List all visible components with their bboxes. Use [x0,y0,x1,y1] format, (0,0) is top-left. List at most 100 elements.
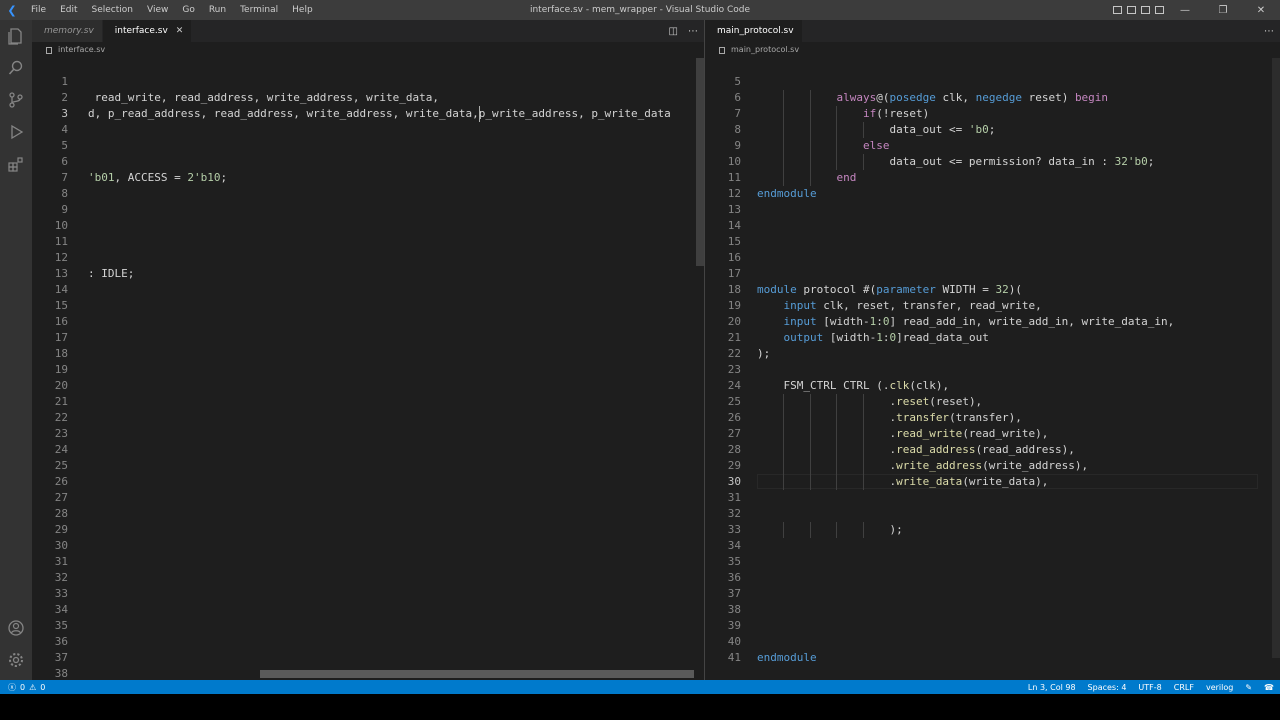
code-line[interactable]: 27 .read_write(read_write), [705,426,1272,442]
code-line[interactable]: 7 if(!reset) [705,106,1272,122]
code-line[interactable]: 11 [32,234,692,250]
code-line[interactable]: 23 [32,426,692,442]
code-line[interactable]: 24 FSM_CTRL CTRL (.clk(clk), [705,378,1272,394]
code-line[interactable]: 2 read_write, read_address, write_addres… [32,90,692,106]
toggle-panel-icon[interactable] [1124,0,1138,20]
code-line[interactable]: 3 d, p_read_address, read_address, write_… [32,106,692,122]
code-line[interactable]: 32 [705,506,1272,522]
tab-main_protocol-sv[interactable]: main_protocol.sv [705,20,803,42]
breadcrumb[interactable]: main_protocol.sv [705,42,1280,58]
menu-file[interactable]: File [24,0,53,20]
code-line[interactable]: 27 [32,490,692,506]
code-line[interactable]: 14 [705,218,1272,234]
code-line[interactable]: 10 data_out <= permission? data_in : 32'… [705,154,1272,170]
menu-edit[interactable]: Edit [53,0,84,20]
code-line[interactable]: 23 [705,362,1272,378]
code-line[interactable]: 7 'b01, ACCESS = 2'b10; [32,170,692,186]
code-line[interactable]: 35 [705,554,1272,570]
extensions-icon[interactable] [0,148,32,180]
code-line[interactable]: 39 [705,618,1272,634]
code-line[interactable]: 9 [32,202,692,218]
code-line[interactable]: 18 [32,346,692,362]
code-line[interactable]: 25 .reset(reset), [705,394,1272,410]
code-line[interactable]: 13: IDLE; [32,266,692,282]
vertical-scrollbar[interactable] [696,58,704,266]
toggle-sidebar-icon[interactable] [1110,0,1124,20]
code-line[interactable]: 28 .read_address(read_address), [705,442,1272,458]
menu-run[interactable]: Run [202,0,233,20]
code-line[interactable]: 41 endmodule [705,650,1272,666]
code-line[interactable]: 21 output [width-1:0]read_data_out [705,330,1272,346]
code-line[interactable]: 38 [705,602,1272,618]
code-line[interactable]: 8 [32,186,692,202]
code-line[interactable]: 20 [32,378,692,394]
code-line[interactable]: 10 [32,218,692,234]
language-mode[interactable]: verilog [1206,683,1233,692]
code-line[interactable]: 32 [32,570,692,586]
code-line[interactable]: 26 .transfer(transfer), [705,410,1272,426]
code-line[interactable]: 18 module protocol #(parameter WIDTH = 32… [705,282,1272,298]
code-line[interactable]: 31 [705,490,1272,506]
horizontal-scrollbar[interactable] [260,670,694,678]
cursor-position[interactable]: Ln 3, Col 98 [1028,683,1076,692]
end-of-line[interactable]: CRLF [1174,683,1194,692]
menu-go[interactable]: Go [175,0,201,20]
more-actions-icon[interactable]: ⋯ [688,26,698,37]
code-line[interactable]: 5 [705,74,1272,90]
menu-help[interactable]: Help [285,0,320,20]
code-line[interactable]: 17 [32,330,692,346]
indentation[interactable]: Spaces: 4 [1088,683,1127,692]
code-line[interactable]: 5 [32,138,692,154]
code-line[interactable]: 33 [32,586,692,602]
code-line[interactable]: 30 .write_data(write_data), [705,474,1272,490]
menu-view[interactable]: View [140,0,175,20]
code-line[interactable]: 40 [705,634,1272,650]
left-code-area[interactable]: 12 read_write, read_address, write_addre… [32,74,704,680]
code-line[interactable]: 12 [32,250,692,266]
code-line[interactable]: 14 [32,282,692,298]
toggle-secondary-sidebar-icon[interactable] [1138,0,1152,20]
breadcrumb[interactable]: interface.sv [32,42,704,58]
tab-memory-sv[interactable]: memory.sv [32,20,103,42]
run-debug-icon[interactable] [0,116,32,148]
code-line[interactable]: 37 [705,586,1272,602]
problems-indicator[interactable]: ⓧ 0 ⚠ 0 [0,682,45,693]
code-line[interactable]: 28 [32,506,692,522]
code-line[interactable]: 36 [705,570,1272,586]
code-line[interactable]: 6 [32,154,692,170]
encoding[interactable]: UTF-8 [1138,683,1161,692]
code-line[interactable]: 21 [32,394,692,410]
source-control-icon[interactable] [0,84,32,116]
code-line[interactable]: 35 [32,618,692,634]
vertical-scrollbar[interactable] [1272,58,1280,658]
tab-interface-sv[interactable]: interface.sv ✕ [102,20,193,42]
code-line[interactable]: 31 [32,554,692,570]
code-line[interactable]: 15 [32,298,692,314]
code-line[interactable]: 34 [32,602,692,618]
restore-button[interactable]: ❐ [1204,0,1242,20]
account-icon[interactable] [0,612,32,644]
explorer-icon[interactable] [0,20,32,52]
code-line[interactable]: 33 ); [705,522,1272,538]
code-line[interactable]: 29 [32,522,692,538]
code-line[interactable]: 34 [705,538,1272,554]
close-window-button[interactable]: ✕ [1242,0,1280,20]
split-editor-icon[interactable]: ◫ [669,26,678,37]
code-line[interactable]: 16 [705,250,1272,266]
feedback-icon[interactable]: ✎ [1245,683,1252,692]
code-line[interactable]: 22); [705,346,1272,362]
right-code-area[interactable]: 5 6 always@(posedge clk, negedge reset) b… [705,74,1280,680]
code-line[interactable]: 4 [32,122,692,138]
code-line[interactable]: 26 [32,474,692,490]
code-line[interactable]: 37 [32,650,692,666]
search-icon[interactable] [0,52,32,84]
menu-selection[interactable]: Selection [85,0,140,20]
code-line[interactable]: 17 [705,266,1272,282]
code-line[interactable]: 13 [705,202,1272,218]
code-line[interactable]: 8 data_out <= 'b0; [705,122,1272,138]
code-line[interactable]: 1 [32,74,692,90]
code-line[interactable]: 6 always@(posedge clk, negedge reset) be… [705,90,1272,106]
code-line[interactable]: 30 [32,538,692,554]
code-line[interactable]: 24 [32,442,692,458]
code-line[interactable]: 12 endmodule [705,186,1272,202]
